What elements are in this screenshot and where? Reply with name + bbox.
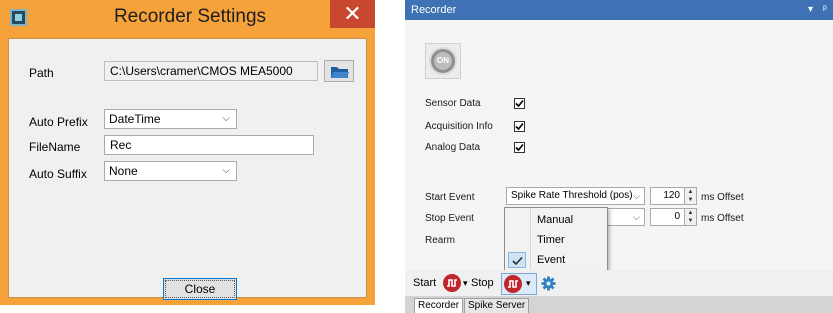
recorder-titlebar: Recorder ▾ ᵖ [405, 0, 833, 20]
recorder-settings-dialog: Recorder Settings ✕ Path C:\Users\cramer… [0, 0, 375, 305]
auto-suffix-label: Auto Suffix [29, 167, 87, 181]
sensor-data-label: Sensor Data [425, 98, 481, 109]
panel-tabstrip: Recorder Spike Server [405, 296, 833, 313]
start-offset-spinner[interactable]: 120 ▲ ▼ [650, 187, 697, 205]
menu-item-label: Event [537, 254, 566, 266]
spinner-arrows-icon[interactable]: ▲ ▼ [684, 188, 696, 204]
panel-menu-icon[interactable]: ▾ [808, 0, 813, 20]
checkmark-icon [508, 252, 526, 268]
spinner-arrows-icon[interactable]: ▲ ▼ [684, 209, 696, 225]
menu-item-label: Manual [537, 214, 574, 226]
rearm-label: Rearm [425, 235, 456, 246]
screenshot-root: Recorder Settings ✕ Path C:\Users\cramer… [0, 0, 833, 313]
stop-offset-unit: ms Offset [701, 213, 744, 224]
pin-icon[interactable]: ᵖ [823, 0, 827, 20]
analog-data-label: Analog Data [425, 142, 481, 153]
stop-event-label: Stop Event [425, 213, 474, 224]
start-event-select[interactable]: Spike Rate Threshold (pos) ⌵ [506, 187, 645, 205]
auto-prefix-select[interactable]: DateTime ⌵ [104, 109, 237, 129]
menu-item-event[interactable]: Event [505, 250, 607, 270]
start-event-value: Spike Rate Threshold (pos) [511, 190, 633, 201]
menu-item-label: Timer [537, 234, 565, 246]
start-label: Start [413, 277, 437, 289]
window-close-button[interactable]: ✕ [330, 0, 375, 28]
recorder-title: Recorder [411, 4, 457, 16]
sensor-data-checkbox[interactable] [514, 98, 525, 109]
chevron-down-icon: ⌵ [222, 165, 230, 176]
stop-offset-spinner[interactable]: 0 ▲ ▼ [650, 208, 697, 226]
menu-item-manual[interactable]: Manual [505, 210, 607, 230]
start-offset-unit: ms Offset [701, 192, 744, 203]
stop-event-dropdown-menu: Manual Timer Event [504, 207, 608, 271]
chevron-down-icon: ⌵ [633, 191, 640, 201]
stop-offset-value: 0 [674, 211, 680, 222]
auto-prefix-label: Auto Prefix [29, 115, 88, 129]
start-offset-value: 120 [663, 190, 680, 201]
dialog-titlebar: Recorder Settings ✕ [0, 0, 375, 37]
app-icon [10, 9, 27, 26]
chevron-down-icon: ⌵ [222, 113, 230, 124]
analog-data-checkbox[interactable] [514, 142, 525, 153]
recorder-toolbar [405, 270, 833, 296]
auto-prefix-value: DateTime [109, 112, 161, 126]
checkmark-icon [515, 143, 524, 152]
folder-icon [331, 67, 349, 78]
start-record-icon[interactable] [443, 274, 461, 292]
recorder-panel: Recorder ▾ ᵖ ON Sensor Data Acquisition … [405, 0, 833, 313]
menu-item-timer[interactable]: Timer [505, 230, 607, 250]
checkmark-icon [515, 99, 524, 108]
stop-dropdown-icon[interactable]: ▾ [526, 270, 531, 296]
filename-input[interactable]: Rec [104, 135, 314, 155]
close-button[interactable]: Close [163, 278, 237, 300]
path-field[interactable]: C:\Users\cramer\CMOS MEA5000 [104, 61, 318, 81]
stop-label: Stop [471, 277, 494, 289]
on-toggle-button[interactable]: ON [429, 47, 457, 75]
auto-suffix-select[interactable]: None ⌵ [104, 161, 237, 181]
tab-spike-server[interactable]: Spike Server [464, 298, 530, 313]
dialog-client-area: Path C:\Users\cramer\CMOS MEA5000 Auto P… [8, 38, 367, 300]
auto-suffix-value: None [109, 164, 138, 178]
tab-recorder[interactable]: Recorder [414, 298, 464, 313]
acquisition-info-label: Acquisition Info [425, 121, 493, 132]
checkmark-icon [515, 122, 524, 131]
start-event-label: Start Event [425, 192, 475, 203]
gear-icon[interactable] [541, 276, 556, 294]
browse-folder-button[interactable] [324, 60, 354, 82]
chevron-down-icon: ⌵ [633, 212, 640, 222]
stop-record-icon[interactable] [504, 275, 522, 293]
path-label: Path [29, 66, 54, 80]
filename-label: FileName [29, 140, 81, 154]
start-dropdown-icon[interactable]: ▾ [463, 270, 468, 296]
acquisition-info-checkbox[interactable] [514, 121, 525, 132]
dialog-title: Recorder Settings [113, 6, 267, 27]
